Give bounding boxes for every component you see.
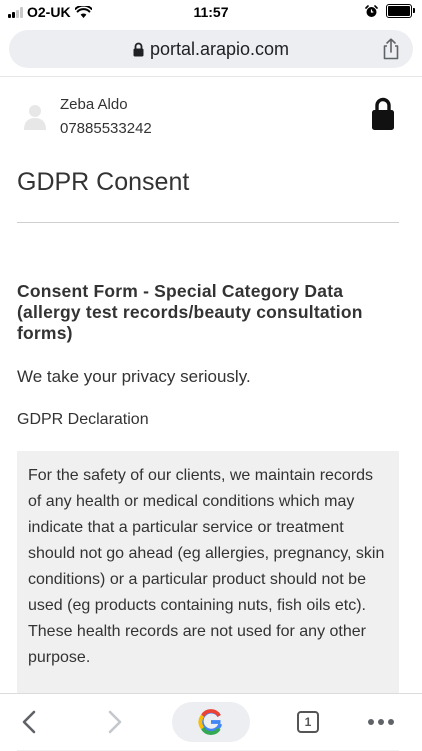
privacy-statement: We take your privacy seriously. [17, 367, 251, 386]
page-title: GDPR Consent [17, 168, 190, 196]
avatar-icon [24, 105, 46, 130]
share-icon[interactable] [381, 38, 401, 60]
consent-form-title: Consent Form - Special Category Data (al… [17, 281, 363, 343]
toolbar-divider [0, 76, 422, 77]
url-text: portal.arapio.com [149, 39, 290, 59]
profile-name: Zeba Aldo [60, 96, 128, 113]
profile-phone: 07885533242 [60, 120, 152, 137]
alarm-icon [365, 4, 378, 17]
tab-count-button[interactable]: 1 [297, 711, 319, 733]
declaration-paragraph-1: For the safety of our clients, we mainta… [28, 467, 385, 614]
back-icon[interactable] [16, 708, 44, 736]
forward-icon[interactable] [100, 708, 128, 736]
status-right [365, 4, 415, 18]
lock-icon [133, 42, 144, 57]
status-bar: O2-UK 11:57 [0, 0, 422, 24]
browser-bottom-bar: 1 [0, 693, 422, 750]
url-display[interactable]: portal.arapio.com [9, 39, 413, 60]
clock: 11:57 [193, 4, 229, 20]
google-icon [198, 709, 223, 735]
google-button[interactable] [172, 702, 250, 742]
url-bar[interactable]: portal.arapio.com [9, 30, 413, 68]
declaration-paragraph-2: These health records are not used for an… [28, 623, 366, 666]
more-icon[interactable] [368, 719, 394, 725]
declaration-heading: GDPR Declaration [17, 411, 149, 428]
battery-icon [386, 4, 415, 18]
padlock-icon[interactable] [372, 97, 394, 130]
title-divider [17, 222, 399, 223]
declaration-text: For the safety of our clients, we mainta… [17, 451, 399, 671]
